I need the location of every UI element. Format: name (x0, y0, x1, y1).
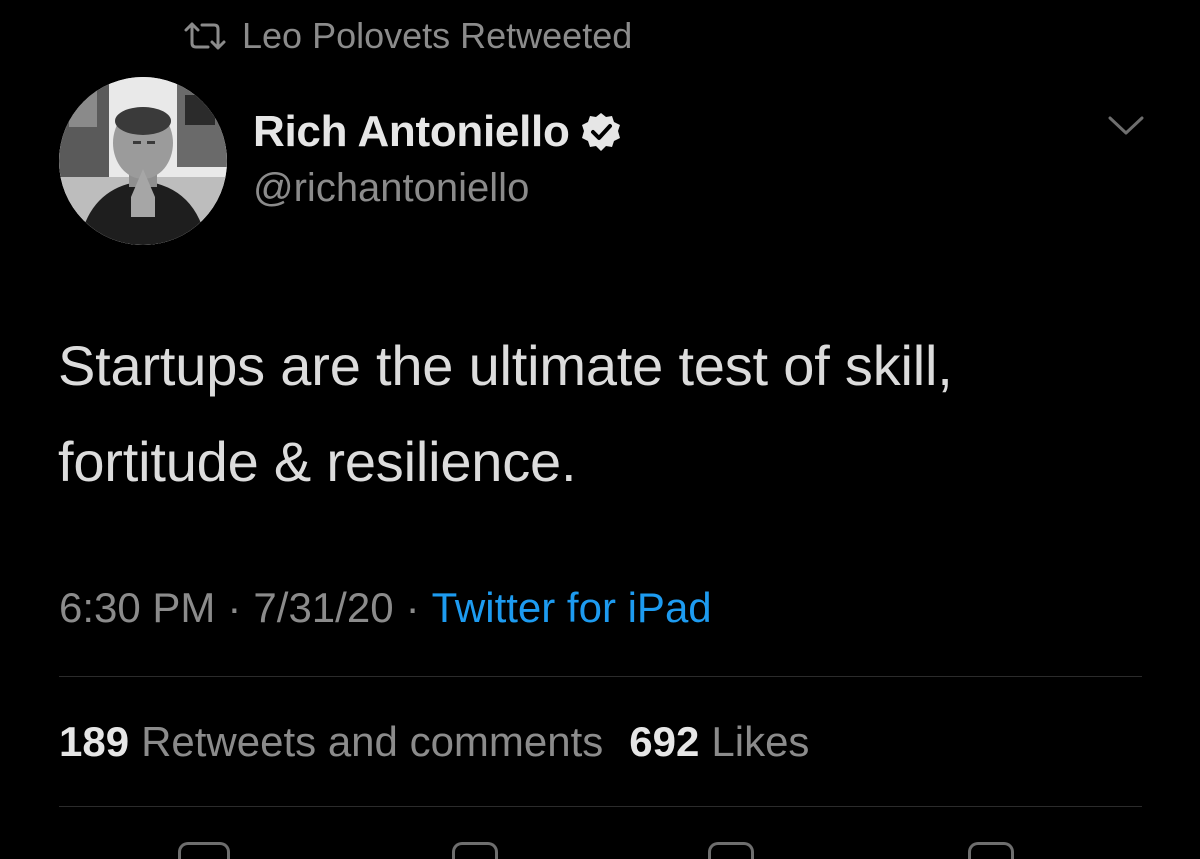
divider (59, 676, 1142, 677)
tweet-time: 6:30 PM (59, 584, 216, 631)
retweet-action-icon[interactable] (452, 842, 498, 859)
meta-separator: · (405, 584, 420, 631)
retweeted-by-text[interactable]: Leo Polovets Retweeted (242, 15, 632, 57)
reply-icon[interactable] (178, 842, 230, 859)
author-display-name[interactable]: Rich Antoniello (253, 107, 570, 157)
avatar[interactable] (59, 77, 227, 245)
tweet-date: 7/31/20 (253, 584, 394, 631)
tweet-text: Startups are the ultimate test of skill,… (58, 318, 1158, 510)
likes-count[interactable]: 692 (629, 718, 699, 766)
tweet-stats: 189 Retweets and comments 692 Likes (59, 712, 809, 772)
retweet-icon (182, 21, 228, 51)
chevron-down-icon (1106, 114, 1146, 138)
author-name-row: Rich Antoniello (253, 104, 622, 160)
tweet-source-link[interactable]: Twitter for iPad (432, 584, 712, 632)
tweet-author[interactable]: Rich Antoniello @richantoniello (253, 104, 622, 211)
tweet-text-line-2: fortitude & resilience. (58, 430, 577, 493)
retweets-count[interactable]: 189 (59, 718, 129, 766)
likes-label[interactable]: Likes (711, 718, 809, 766)
tweet-text-line-1: Startups are the ultimate test of skill, (58, 334, 953, 397)
tweet-menu-button[interactable] (1106, 114, 1146, 138)
tweet-metadata: 6:30 PM · 7/31/20 · Twitter for iPad (59, 578, 712, 638)
like-icon[interactable] (708, 842, 754, 859)
meta-separator: · (227, 584, 242, 631)
verified-badge-icon (580, 111, 622, 153)
author-handle[interactable]: @richantoniello (253, 166, 622, 211)
divider (59, 806, 1142, 807)
retweeted-by-line[interactable]: Leo Polovets Retweeted (182, 14, 632, 58)
share-icon[interactable] (968, 842, 1014, 859)
tweet-action-bar (0, 836, 1200, 859)
retweets-label[interactable]: Retweets and comments (141, 718, 603, 766)
